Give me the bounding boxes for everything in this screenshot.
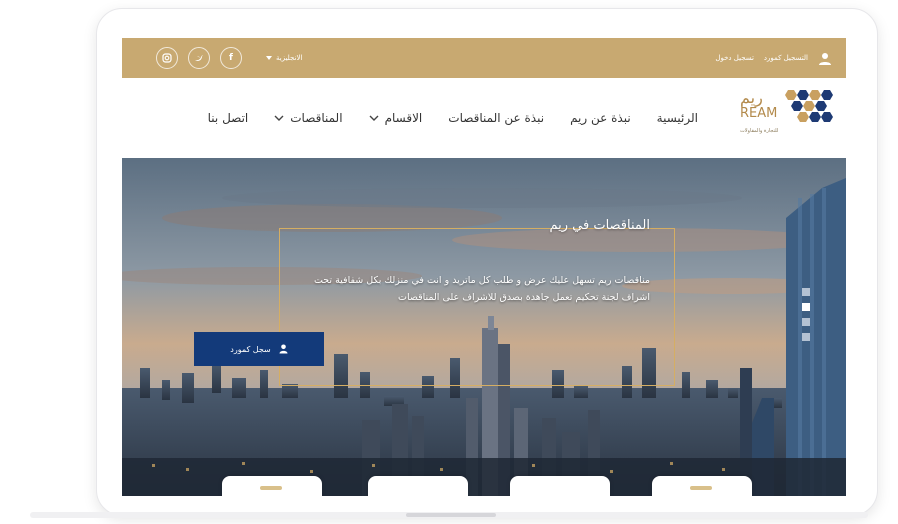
feature-card[interactable] bbox=[510, 476, 610, 496]
nav-item-home[interactable]: الرئيسية bbox=[657, 111, 698, 125]
twitter-icon[interactable] bbox=[188, 47, 210, 69]
account-links: التسجيل كمورد تسجيل دخول bbox=[715, 38, 832, 78]
social-and-language: f الانجليزية bbox=[156, 38, 302, 78]
slide-dot[interactable] bbox=[802, 333, 810, 341]
language-label: الانجليزية bbox=[276, 54, 303, 62]
logo-tagline: للتجارة والمقاولات bbox=[740, 128, 779, 134]
feature-card[interactable] bbox=[368, 476, 468, 496]
nav-item-label: نبذة عن ريم bbox=[570, 111, 631, 125]
chevron-down-icon bbox=[274, 115, 284, 121]
device-bottom-bar bbox=[30, 512, 868, 518]
nav-item-label: نبذة عن المناقصات bbox=[448, 111, 545, 125]
facebook-icon[interactable]: f bbox=[220, 47, 242, 69]
caret-down-icon bbox=[266, 56, 272, 60]
nav-item-about-tenders[interactable]: نبذة عن المناقصات bbox=[448, 111, 544, 125]
login-link[interactable]: تسجيل دخول bbox=[715, 54, 754, 62]
nav-item-label: الاقسام bbox=[384, 111, 423, 125]
hero-frame bbox=[279, 228, 675, 386]
register-supplier-button[interactable]: سجل كمورد bbox=[194, 332, 324, 366]
register-link[interactable]: التسجيل كمورد bbox=[764, 54, 808, 62]
slider-pagination bbox=[802, 288, 810, 341]
slide-dot[interactable] bbox=[802, 288, 810, 296]
card-icon bbox=[690, 486, 712, 490]
nav-menu: الرئيسية نبذة عن ريم نبذة عن المناقصات ا… bbox=[182, 78, 698, 158]
language-switch[interactable]: الانجليزية bbox=[266, 54, 302, 62]
main-navbar: ريم REAM للتجارة والمقاولات الرئيسية نبذ… bbox=[122, 78, 846, 158]
register-supplier-label: سجل كمورد bbox=[230, 344, 271, 354]
logo-arabic-name: ريم bbox=[740, 88, 763, 107]
hero-description: مناقصات ريم تسهل عليك عرض و طلب كل ماتري… bbox=[313, 275, 650, 303]
top-utility-bar: التسجيل كمورد تسجيل دخول f الانجليزية bbox=[122, 38, 846, 78]
nav-item-about-ream[interactable]: نبذة عن ريم bbox=[570, 111, 631, 125]
website-screen: التسجيل كمورد تسجيل دخول f الانجليزية ري… bbox=[122, 38, 846, 496]
nav-item-label: الرئيسية bbox=[656, 111, 698, 125]
chevron-down-icon bbox=[369, 115, 379, 121]
nav-item-tenders[interactable]: المناقصات bbox=[274, 111, 343, 125]
ream-logo[interactable]: ريم REAM للتجارة والمقاولات bbox=[736, 82, 836, 152]
feature-card[interactable] bbox=[222, 476, 322, 496]
slide-dot[interactable] bbox=[802, 303, 810, 311]
user-icon bbox=[818, 51, 832, 65]
hero-title: المناقصات في ريم bbox=[549, 218, 650, 233]
feature-card[interactable] bbox=[652, 476, 752, 496]
slide-dot[interactable] bbox=[802, 318, 810, 326]
nav-item-label: اتصل بنا bbox=[207, 111, 249, 125]
nav-item-contact[interactable]: اتصل بنا bbox=[208, 111, 249, 125]
instagram-icon[interactable] bbox=[156, 47, 178, 69]
nav-item-label: المناقصات bbox=[290, 111, 343, 125]
hero-slider: المناقصات في ريم مناقصات ريم تسهل عليك ع… bbox=[122, 158, 846, 496]
logo-english-name: REAM bbox=[740, 106, 778, 121]
scroll-handle bbox=[406, 513, 496, 517]
nav-item-sections[interactable]: الاقسام bbox=[369, 111, 423, 125]
user-icon bbox=[279, 344, 288, 354]
card-icon bbox=[260, 486, 282, 490]
hexagon-logo-icon bbox=[785, 90, 833, 122]
